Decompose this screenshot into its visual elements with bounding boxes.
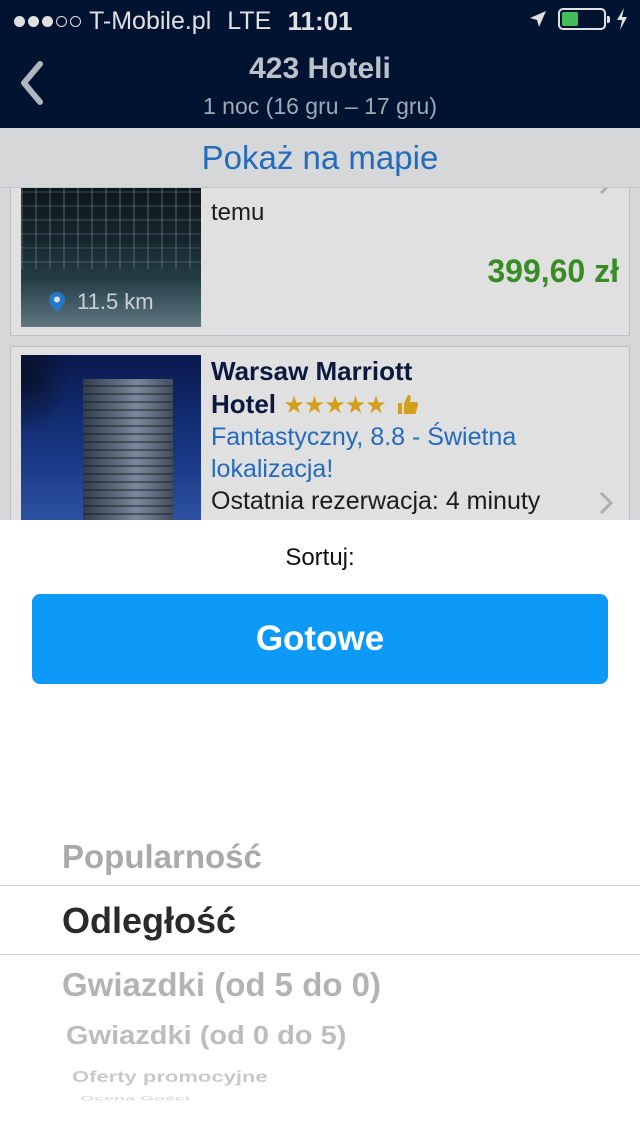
picker-selection-top-line — [0, 885, 640, 886]
dimming-overlay[interactable] — [0, 0, 640, 520]
sheet-title: Sortuj: — [285, 544, 355, 571]
picker-option[interactable]: Ocena Gości — [80, 1095, 190, 1102]
sort-sheet: Sortuj: Gotowe Popularność Odległość Gwi… — [0, 520, 640, 1136]
sort-picker[interactable]: Popularność Odległość Gwiazdki (od 5 do … — [0, 820, 640, 1120]
picker-option[interactable]: Popularność — [62, 838, 262, 876]
picker-option[interactable]: Gwiazdki (od 5 do 0) — [62, 966, 381, 1004]
picker-option[interactable]: Oferty promocyjne — [72, 1068, 268, 1086]
done-button[interactable]: Gotowe — [32, 594, 608, 684]
picker-option[interactable]: Gwiazdki (od 0 do 5) — [66, 1022, 346, 1051]
picker-option-selected[interactable]: Odległość — [62, 900, 236, 942]
picker-selection-bottom-line — [0, 954, 640, 955]
